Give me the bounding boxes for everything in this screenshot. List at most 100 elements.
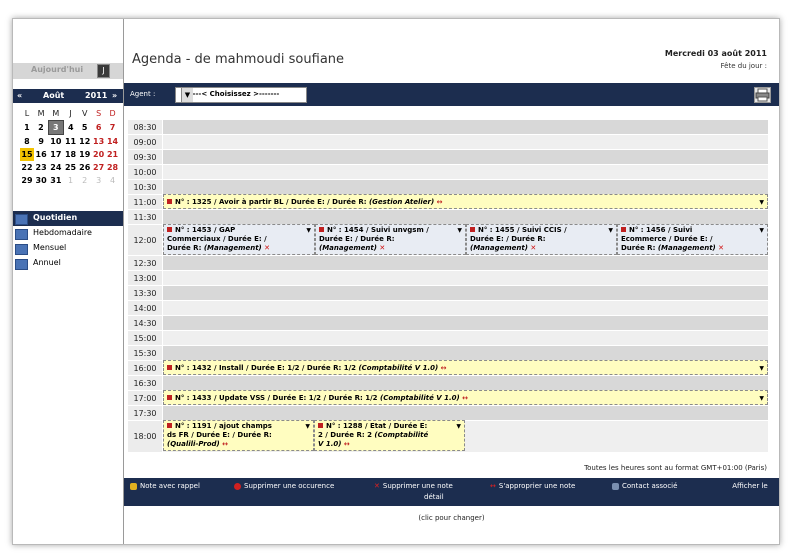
delete-icon[interactable]: ✕ [716,244,724,252]
time-row[interactable]: 13:30 [128,285,768,301]
time-row[interactable]: 17:30 [128,405,768,421]
event-e1288[interactable]: N° : 1288 / Etat / Durée E: 2 / Durée R: … [314,420,465,451]
calendar-day[interactable]: 23 [34,161,48,174]
event-e1433[interactable]: N° : 1433 / Update VSS / Durée E: 1/2 / … [163,390,768,405]
calendar-day-other-month[interactable]: 1 [63,174,77,187]
view-weekly[interactable]: Hebdomadaire [13,226,123,241]
time-slot[interactable] [163,301,768,316]
time-row[interactable]: 11:30 [128,209,768,225]
event-e1456[interactable]: N° : 1456 / Suivi Ecommerce / Durée E: / D… [617,224,768,255]
time-row[interactable]: 14:00 [128,300,768,316]
delete-icon[interactable]: ✕ [262,244,270,252]
calendar-day[interactable]: 21 [106,148,120,161]
calendar-day[interactable]: 31 [48,174,63,187]
event-e1454[interactable]: N° : 1454 / Suivi unvgsm / Durée E: / Dur… [315,224,466,255]
chevron-down-icon[interactable]: ▼ [305,422,310,431]
time-slot[interactable] [163,271,768,286]
calendar-day[interactable]: 24 [48,161,63,174]
calendar-day-highlighted[interactable]: 15 [20,148,34,161]
chevron-down-icon[interactable]: ▼ [759,362,764,374]
calendar-day[interactable]: 8 [20,135,34,149]
calendar-day[interactable]: 25 [63,161,77,174]
chevron-down-icon[interactable]: ▼ [759,226,764,235]
calendar-day[interactable]: 13 [92,135,106,149]
time-row[interactable]: 09:30 [128,149,768,165]
calendar-day[interactable]: 14 [106,135,120,149]
swap-arrows-icon[interactable]: ↔ [460,394,468,402]
chevron-down-icon[interactable]: ▼ [759,196,764,208]
time-slot[interactable] [163,135,768,150]
swap-arrows-icon[interactable]: ↔ [341,440,350,448]
today-row[interactable]: Aujourd'hui J [13,63,123,79]
time-row[interactable]: 16:30 [128,375,768,391]
change-note[interactable]: (clic pour changer) [124,514,779,522]
calendar-day[interactable]: 2 [34,121,48,135]
swap-arrows-icon[interactable]: ↔ [438,364,447,372]
time-row[interactable]: 08:30 [128,119,768,135]
time-slot[interactable] [163,210,768,225]
calendar-day-other-month[interactable]: 4 [106,174,120,187]
calendar-day[interactable]: 11 [63,135,77,149]
prev-month-button[interactable]: « [17,91,22,100]
calendar-day-selected[interactable]: 3 [47,120,64,135]
calendar-day[interactable]: 1 [20,121,34,135]
calendar-day[interactable]: 5 [78,121,92,135]
time-slot[interactable] [163,286,768,301]
event-e1191[interactable]: N° : 1191 / ajout champs ds FR / Durée E:… [163,420,314,451]
today-button[interactable]: J [97,64,110,78]
chevron-down-icon[interactable]: ▼ [759,392,764,404]
time-slot[interactable] [163,165,768,180]
time-slot[interactable] [163,120,768,135]
time-row[interactable]: 12:30 [128,255,768,271]
calendar-day[interactable]: 29 [20,174,34,187]
today-label[interactable]: Aujourd'hui [31,65,83,74]
event-e1325[interactable]: N° : 1325 / Avoir à partir BL / Durée E:… [163,194,768,209]
time-row[interactable]: 09:00 [128,134,768,150]
time-slot[interactable] [163,256,768,271]
calendar-day[interactable]: 27 [92,161,106,174]
print-icon[interactable] [754,87,771,103]
time-row[interactable]: 15:30 [128,345,768,361]
delete-icon[interactable]: ✕ [377,244,385,252]
time-slot[interactable] [163,316,768,331]
chevron-down-icon[interactable]: ▼ [608,226,613,235]
calendar-day[interactable]: 28 [106,161,120,174]
chevron-down-icon[interactable]: ▼ [457,226,462,235]
time-row[interactable]: 13:00 [128,270,768,286]
calendar-day[interactable]: 22 [20,161,34,174]
calendar-day[interactable]: 30 [34,174,48,187]
calendar-day[interactable]: 17 [48,148,63,161]
event-e1432[interactable]: N° : 1432 / Install / Durée E: 1/2 / Dur… [163,360,768,375]
time-slot[interactable] [163,180,768,195]
event-e1455[interactable]: N° : 1455 / Suivi CCIS / Durée E: / Durée… [466,224,617,255]
agent-select[interactable]: -------< Choisissez >------- ▼ [175,87,307,103]
calendar-day[interactable]: 16 [34,148,48,161]
view-yearly[interactable]: Annuel [13,256,123,271]
calendar-day[interactable]: 12 [78,135,92,149]
time-slot[interactable] [163,346,768,361]
delete-icon[interactable]: ✕ [528,244,536,252]
time-slot[interactable] [163,376,768,391]
calendar-day[interactable]: 19 [78,148,92,161]
chevron-down-icon[interactable]: ▼ [181,88,193,102]
view-monthly[interactable]: Mensuel [13,241,123,256]
calendar-day-other-month[interactable]: 3 [92,174,106,187]
calendar-day-other-month[interactable]: 2 [78,174,92,187]
calendar-day[interactable]: 6 [92,121,106,135]
swap-arrows-icon[interactable]: ↔ [434,198,443,206]
calendar-day[interactable]: 4 [63,121,77,135]
time-row[interactable]: 14:30 [128,315,768,331]
calendar-day[interactable]: 20 [92,148,106,161]
time-row[interactable]: 10:00 [128,164,768,180]
calendar-day[interactable]: 10 [48,135,63,149]
time-row[interactable]: 15:00 [128,330,768,346]
event-e1453[interactable]: N° : 1453 / GAP Commerciaux / Durée E: / D… [163,224,315,255]
time-slot[interactable] [163,331,768,346]
chevron-down-icon[interactable]: ▼ [456,422,461,431]
calendar-day[interactable]: 7 [106,121,120,135]
view-daily[interactable]: Quotidien [13,211,123,226]
time-slot[interactable] [163,406,768,421]
calendar-day[interactable]: 26 [78,161,92,174]
calendar-day[interactable]: 9 [34,135,48,149]
time-slot[interactable] [163,150,768,165]
